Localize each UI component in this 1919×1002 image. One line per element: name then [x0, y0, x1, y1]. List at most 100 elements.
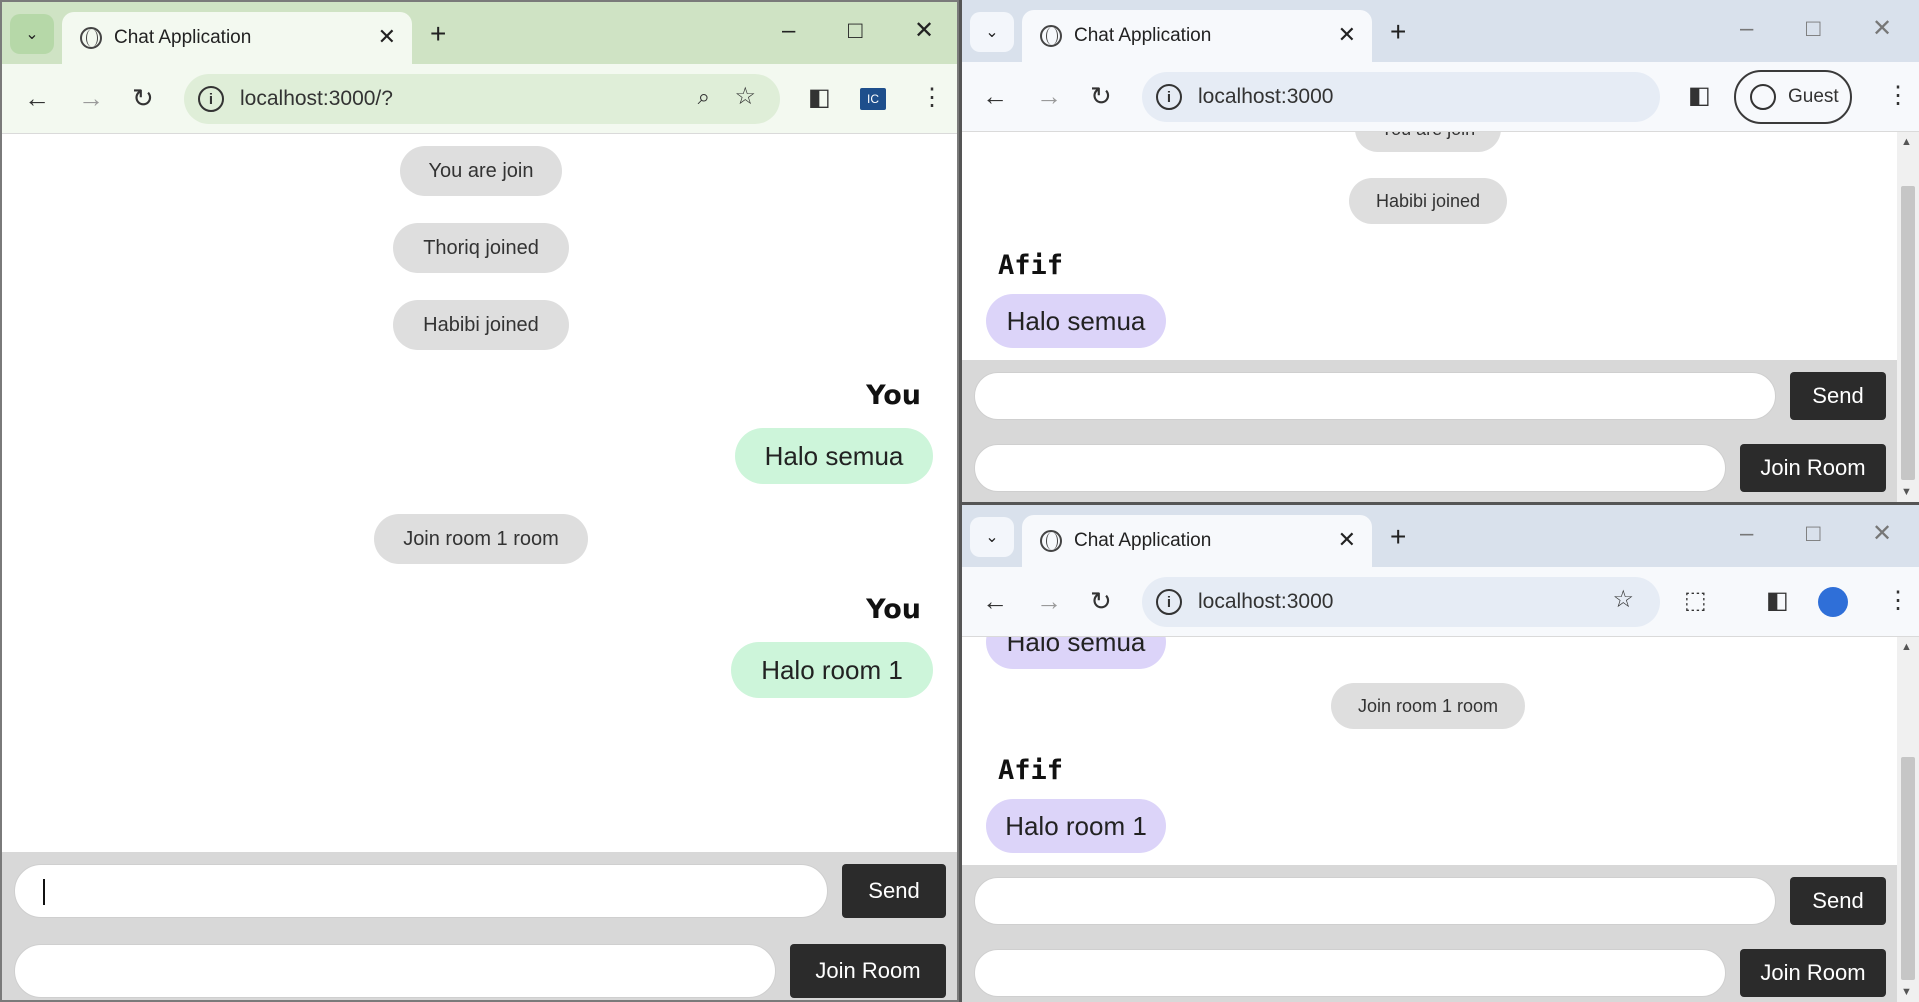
reload-button[interactable]: ↻	[132, 84, 154, 112]
new-tab-button[interactable]: +	[430, 20, 446, 48]
sender-name: You	[866, 380, 921, 411]
menu-icon[interactable]: ⋮	[1886, 587, 1910, 615]
tab-search-button[interactable]: ⌄	[970, 12, 1014, 52]
side-panel-icon[interactable]: ◧	[808, 84, 831, 112]
forward-button[interactable]: →	[1036, 587, 1062, 615]
sender-name: Afif	[998, 250, 1064, 281]
globe-icon	[80, 27, 102, 49]
tab-title: Chat Application	[1074, 25, 1212, 46]
scrollbar[interactable]: ▲ ▼	[1897, 132, 1919, 502]
message-input[interactable]	[14, 864, 828, 918]
tab-chat-application[interactable]: Chat Application ✕	[1022, 515, 1372, 567]
join-room-button[interactable]: Join Room	[1740, 444, 1886, 492]
scroll-up-arrow[interactable]: ▲	[1901, 136, 1912, 148]
guest-label: Guest	[1788, 86, 1839, 107]
maximize-button[interactable]: □	[1806, 16, 1821, 42]
tab-strip: ⌄ Chat Application ✕ + – □ ✕	[2, 2, 957, 64]
site-info-icon[interactable]: i	[1156, 589, 1182, 615]
side-panel-icon[interactable]: ◧	[1688, 82, 1711, 110]
minimize-button[interactable]: –	[782, 18, 795, 44]
scroll-up-arrow[interactable]: ▲	[1901, 641, 1912, 653]
bookmark-star-icon[interactable]: ☆	[1612, 585, 1634, 614]
site-info-icon[interactable]: i	[198, 86, 224, 112]
side-panel-icon[interactable]: ◧	[1766, 587, 1789, 615]
zoom-icon[interactable]: ⌕	[698, 84, 710, 110]
minimize-button[interactable]: –	[1740, 521, 1753, 547]
join-room-button[interactable]: Join Room	[790, 944, 946, 998]
new-tab-button[interactable]: +	[1390, 523, 1406, 551]
system-message: You are join	[400, 146, 562, 196]
own-message-bubble: Halo room 1	[731, 642, 933, 698]
tab-strip: ⌄ Chat Application ✕ + – □ ✕	[962, 0, 1919, 62]
back-button[interactable]: ←	[982, 587, 1008, 615]
send-button[interactable]: Send	[842, 864, 946, 918]
extension-icon[interactable]: IC	[860, 88, 886, 110]
send-button[interactable]: Send	[1790, 372, 1886, 420]
menu-icon[interactable]: ⋮	[920, 84, 944, 112]
browser-window-bottom-right: ⌄ Chat Application ✕ + – □ ✕ ← → ↻ i loc…	[962, 505, 1919, 1002]
close-window-button[interactable]: ✕	[914, 18, 934, 44]
reload-button[interactable]: ↻	[1090, 587, 1112, 615]
other-message-bubble: Halo room 1	[986, 799, 1166, 853]
room-input[interactable]	[14, 944, 776, 998]
other-message-bubble: Halo semua	[986, 294, 1166, 348]
scroll-down-arrow[interactable]: ▼	[1901, 986, 1912, 998]
close-window-button[interactable]: ✕	[1872, 16, 1892, 42]
system-message: Habibi joined	[1349, 178, 1507, 224]
scrollbar[interactable]: ▲ ▼	[1897, 637, 1919, 1002]
close-window-button[interactable]: ✕	[1872, 521, 1892, 547]
browser-toolbar: ← → ↻ i localhost:3000 ☆ ⬚ ◧ ⋮	[962, 567, 1919, 637]
address-bar[interactable]: i localhost:3000 ☆	[1142, 577, 1660, 627]
url-text: localhost:3000/?	[240, 87, 393, 110]
bookmark-star-icon[interactable]: ☆	[734, 82, 756, 111]
maximize-button[interactable]: □	[1806, 521, 1821, 547]
profile-icon	[1750, 84, 1776, 110]
profile-avatar-icon[interactable]	[1818, 587, 1848, 617]
composer: Send Join Room	[962, 865, 1897, 1002]
scroll-thumb[interactable]	[1901, 757, 1915, 980]
scroll-thumb[interactable]	[1901, 186, 1915, 480]
tab-title: Chat Application	[114, 27, 252, 48]
chat-area: You are join Thoriq joined Habibi joined…	[2, 134, 957, 1000]
chat-area: You are join Habibi joined Afif Halo sem…	[962, 132, 1919, 502]
maximize-button[interactable]: □	[848, 18, 863, 44]
room-input[interactable]	[974, 444, 1726, 492]
guest-profile-button[interactable]: Guest	[1734, 70, 1852, 124]
tab-chat-application[interactable]: Chat Application ✕	[62, 12, 412, 64]
composer: Send Join Room	[2, 852, 957, 1000]
forward-button[interactable]: →	[78, 84, 104, 112]
back-button[interactable]: ←	[24, 84, 50, 112]
join-room-button[interactable]: Join Room	[1740, 949, 1886, 997]
back-button[interactable]: ←	[982, 82, 1008, 110]
minimize-button[interactable]: –	[1740, 16, 1753, 42]
new-tab-button[interactable]: +	[1390, 18, 1406, 46]
message-input[interactable]	[974, 877, 1776, 925]
chevron-down-icon: ⌄	[985, 529, 999, 546]
tab-close-icon[interactable]: ✕	[1338, 24, 1356, 46]
chevron-down-icon: ⌄	[25, 26, 39, 43]
send-button[interactable]: Send	[1790, 877, 1886, 925]
menu-icon[interactable]: ⋮	[1886, 82, 1910, 110]
address-bar[interactable]: i localhost:3000/? ⌕ ☆	[184, 74, 780, 124]
address-bar[interactable]: i localhost:3000	[1142, 72, 1660, 122]
scroll-down-arrow[interactable]: ▼	[1901, 486, 1912, 498]
globe-icon	[1040, 25, 1062, 47]
tab-close-icon[interactable]: ✕	[1338, 529, 1356, 551]
browser-toolbar: ← → ↻ i localhost:3000 ◧ Guest ⋮	[962, 62, 1919, 132]
tab-search-button[interactable]: ⌄	[10, 14, 54, 54]
tab-search-button[interactable]: ⌄	[970, 517, 1014, 557]
other-message-bubble: Halo semua	[986, 637, 1166, 669]
own-message-bubble: Halo semua	[735, 428, 933, 484]
system-message: Join room 1 room	[1331, 683, 1525, 729]
browser-window-top-right: ⌄ Chat Application ✕ + – □ ✕ ← → ↻ i loc…	[962, 0, 1919, 502]
reload-button[interactable]: ↻	[1090, 82, 1112, 110]
browser-toolbar: ← → ↻ i localhost:3000/? ⌕ ☆ ◧ IC ⋮	[2, 64, 957, 134]
message-input[interactable]	[974, 372, 1776, 420]
forward-button[interactable]: →	[1036, 82, 1062, 110]
composer: Send Join Room	[962, 360, 1897, 502]
tab-chat-application[interactable]: Chat Application ✕	[1022, 10, 1372, 62]
site-info-icon[interactable]: i	[1156, 84, 1182, 110]
extensions-puzzle-icon[interactable]: ⬚	[1684, 587, 1707, 615]
tab-close-icon[interactable]: ✕	[378, 26, 396, 48]
room-input[interactable]	[974, 949, 1726, 997]
